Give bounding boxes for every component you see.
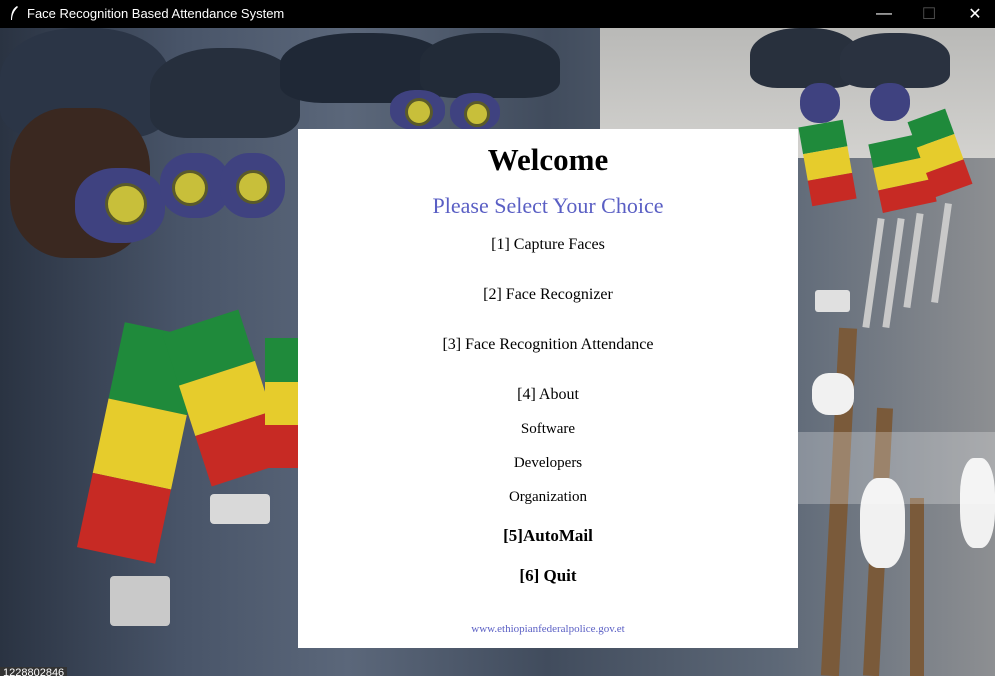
officer-cap — [150, 48, 300, 138]
officer-mask — [800, 83, 840, 123]
select-choice-subtitle: Please Select Your Choice — [432, 193, 664, 218]
window-title: Face Recognition Based Attendance System — [27, 6, 285, 21]
officer-cap — [420, 33, 560, 98]
bayonet — [931, 202, 952, 304]
cap-emblem — [464, 101, 490, 127]
quit-button[interactable]: [6] Quit — [298, 566, 798, 586]
bayonet — [903, 212, 924, 309]
about-developers-link[interactable]: Developers — [298, 455, 798, 472]
rifle-stock — [910, 498, 924, 676]
feather-icon — [11, 6, 18, 20]
face-recognizer-button[interactable]: [2] Face Recognizer — [298, 286, 798, 304]
close-button[interactable]: ✕ — [952, 0, 995, 28]
white-belt — [815, 290, 850, 312]
cap-emblem — [105, 183, 147, 225]
maximize-button[interactable]: ☐ — [906, 0, 952, 28]
main-menu-panel: Welcome Please Select Your Choice [1] Ca… — [298, 129, 798, 648]
capture-faces-button[interactable]: [1] Capture Faces — [298, 236, 798, 254]
minimize-button[interactable]: — — [861, 0, 907, 28]
white-belt — [210, 494, 270, 524]
attendance-button[interactable]: [3] Face Recognition Attendance — [298, 336, 798, 354]
white-belt — [110, 576, 170, 626]
officer-mask — [870, 83, 910, 121]
automail-button[interactable]: [5]AutoMail — [298, 526, 798, 546]
title-bar: Face Recognition Based Attendance System… — [0, 0, 995, 28]
about-software-link[interactable]: Software — [298, 421, 798, 438]
cap-emblem — [172, 170, 208, 206]
bayonet — [862, 218, 885, 328]
officer-cap — [840, 33, 950, 88]
counter-label: 1228802846 — [0, 667, 68, 676]
about-button[interactable]: [4] About — [298, 386, 798, 404]
white-glove — [812, 373, 854, 415]
cap-emblem — [236, 170, 270, 204]
website-link[interactable]: www.ethiopianfederalpolice.gov.et — [298, 623, 798, 635]
cap-emblem — [405, 98, 433, 126]
bayonet — [882, 218, 905, 328]
about-organization-link[interactable]: Organization — [298, 489, 798, 506]
welcome-heading: Welcome — [487, 142, 609, 177]
background-highlight-band — [798, 432, 995, 504]
